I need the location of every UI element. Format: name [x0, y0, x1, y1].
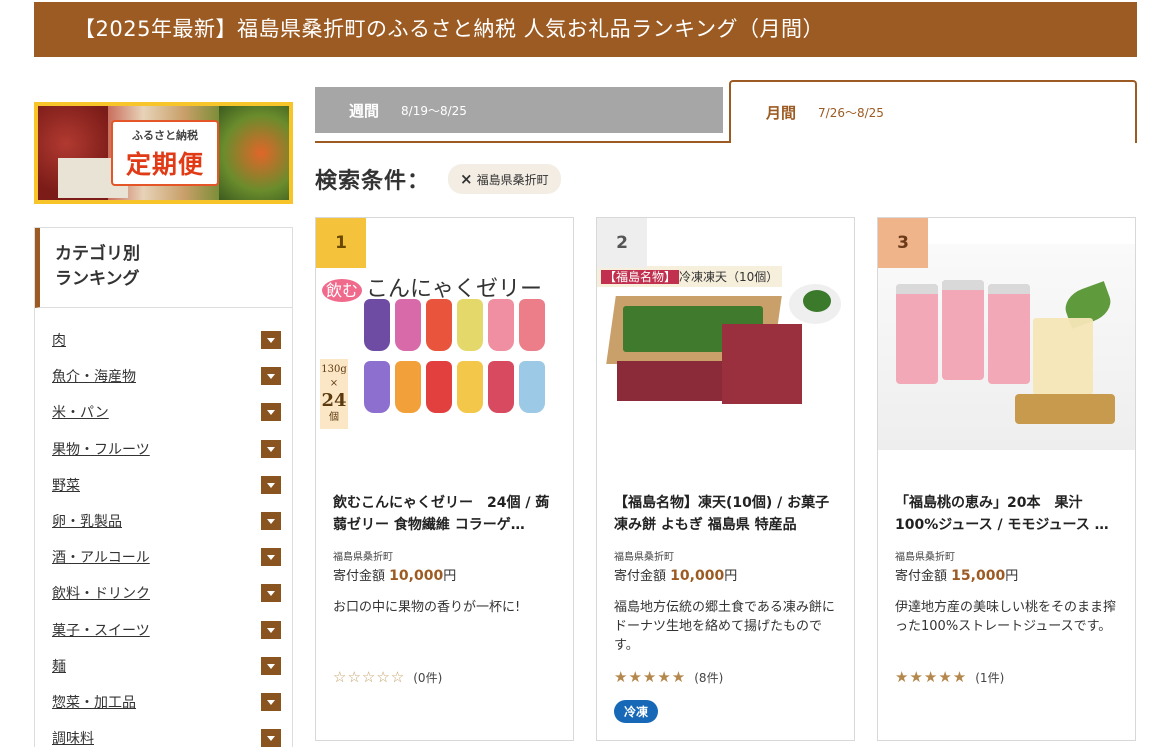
category-link[interactable]: 飲料・ドリンク: [52, 583, 150, 603]
rating: ★★★★★ (8件): [614, 668, 723, 686]
expand-arrow-icon[interactable]: [261, 656, 281, 675]
product-description: お口の中に果物の香りが一杯に!: [333, 600, 521, 615]
star-rating-icon: ★★★★★: [614, 668, 687, 686]
filter-chip-label: 福島県桑折町: [476, 172, 549, 187]
expand-arrow-icon[interactable]: [261, 692, 281, 711]
rank-badge: 2: [597, 218, 647, 268]
frozen-badge: 冷凍: [614, 700, 659, 723]
expand-arrow-icon[interactable]: [261, 729, 281, 748]
expand-arrow-icon[interactable]: [261, 475, 281, 494]
category-item-prepared[interactable]: 惣菜・加工品: [35, 684, 292, 720]
category-title-line1: カテゴリ別: [55, 244, 140, 264]
product-image[interactable]: 【福島名物】 冷凍凍天（10個）: [597, 266, 854, 428]
category-item-drinks[interactable]: 飲料・ドリンク: [35, 575, 292, 611]
donation-amount: 寄付金額 15,000円: [895, 568, 1019, 584]
expand-arrow-icon[interactable]: [261, 331, 281, 350]
category-link[interactable]: 菓子・スイーツ: [52, 620, 150, 640]
category-item-rice[interactable]: 米・パン: [35, 394, 292, 430]
tab-monthly-label: 月間: [766, 104, 797, 122]
star-rating-icon: ★★★★★: [895, 668, 968, 686]
category-item-sweets[interactable]: 菓子・スイーツ: [35, 612, 292, 648]
municipality: 福島県桑折町: [333, 552, 393, 563]
teikibin-banner[interactable]: ふるさと納税 定期便: [34, 102, 293, 204]
expand-arrow-icon[interactable]: [261, 403, 281, 422]
category-title: カテゴリ別 ランキング: [35, 228, 292, 308]
review-count: (0件): [413, 670, 443, 685]
product-description: 福島地方伝統の郷土食である凍み餅にドーナツ生地を絡めて揚げたものです。: [614, 600, 835, 653]
banner-sub: ふるさと納税: [132, 129, 198, 142]
category-item-alcohol[interactable]: 酒・アルコール: [35, 539, 292, 575]
category-title-line2: ランキング: [55, 269, 140, 289]
star-rating-icon: ☆☆☆☆☆: [333, 668, 406, 686]
category-list: 肉 魚介・海産物 米・パン 果物・フルーツ 野菜 卵・乳製品 酒・アルコール 飲…: [35, 308, 292, 756]
expand-arrow-icon[interactable]: [261, 439, 281, 458]
tab-weekly[interactable]: 週間 8/19〜8/25: [315, 87, 723, 133]
quantity-label: 130g × 24 個: [320, 359, 348, 429]
image-caption: 【福島名物】 冷凍凍天（10個）: [597, 266, 783, 287]
banner-image: ふるさと納税 定期便: [38, 106, 289, 200]
ranking-card-1[interactable]: 1 飲む こんにゃくゼリー 130g × 24 個 飲むこんにゃくゼリー 24個 / …: [315, 217, 574, 741]
search-conditions: 検索条件： × 福島県桑折町: [315, 163, 561, 195]
category-link[interactable]: 肉: [52, 330, 66, 350]
category-item-seafood[interactable]: 魚介・海産物: [35, 358, 292, 394]
ranking-card-2[interactable]: 2 【福島名物】 冷凍凍天（10個） 【福島名物】凍天(10個) / お菓子 凍み…: [596, 217, 855, 741]
municipality: 福島県桑折町: [895, 552, 955, 563]
category-link[interactable]: 酒・アルコール: [52, 547, 150, 567]
category-link[interactable]: 惣菜・加工品: [52, 692, 136, 712]
page-header: 【2025年最新】福島県桑折町のふるさと納税 人気お礼品ランキング（月間）: [34, 2, 1137, 57]
category-link[interactable]: 果物・フルーツ: [52, 439, 150, 459]
filter-chip[interactable]: × 福島県桑折町: [448, 164, 561, 194]
product-title[interactable]: 【福島名物】凍天(10個) / お菓子 凍み餅 よもぎ 福島県 特産品: [614, 492, 839, 536]
tab-underline: [315, 141, 729, 143]
tab-weekly-label: 週間: [349, 101, 380, 120]
municipality: 福島県桑折町: [614, 552, 674, 563]
rating: ☆☆☆☆☆ (0件): [333, 668, 442, 686]
tab-monthly-date: 7/26〜8/25: [818, 106, 884, 120]
category-item-vegetables[interactable]: 野菜: [35, 467, 292, 503]
rank-badge: 1: [316, 218, 366, 268]
donation-amount: 寄付金額 10,000円: [614, 568, 738, 584]
category-link[interactable]: 野菜: [52, 475, 80, 495]
ranking-card-3[interactable]: 3 「福島桃の恵み」20本 果汁100%ジュース / モモジュース … 福島県桑…: [877, 217, 1136, 741]
review-count: (1件): [975, 670, 1005, 685]
product-title[interactable]: 飲むこんにゃくゼリー 24個 / 蒟蒻ゼリー 食物繊維 コラーゲ…: [333, 492, 558, 536]
expand-arrow-icon[interactable]: [261, 367, 281, 386]
category-item-noodles[interactable]: 麺: [35, 648, 292, 684]
product-image[interactable]: [878, 244, 1135, 450]
category-sidebar: カテゴリ別 ランキング 肉 魚介・海産物 米・パン 果物・フルーツ 野菜 卵・乳…: [34, 227, 293, 748]
category-item-meat[interactable]: 肉: [35, 322, 292, 358]
banner-label: ふるさと納税 定期便: [111, 120, 219, 186]
review-count: (8件): [694, 670, 724, 685]
tab-weekly-date: 8/19〜8/25: [401, 103, 467, 118]
category-item-fruit[interactable]: 果物・フルーツ: [35, 431, 292, 467]
category-item-seasoning[interactable]: 調味料: [35, 720, 292, 756]
product-description: 伊達地方産の美味しい桃をそのまま搾った100%ストレートジュースです。: [895, 600, 1117, 634]
category-link[interactable]: 卵・乳製品: [52, 511, 122, 531]
category-link[interactable]: 麺: [52, 656, 66, 676]
expand-arrow-icon[interactable]: [261, 620, 281, 639]
tab-monthly[interactable]: 月間 7/26〜8/25: [729, 80, 1137, 143]
product-title[interactable]: 「福島桃の恵み」20本 果汁100%ジュース / モモジュース …: [895, 492, 1120, 536]
rating: ★★★★★ (1件): [895, 668, 1004, 686]
page-title: 【2025年最新】福島県桑折町のふるさと納税 人気お礼品ランキング（月間）: [74, 17, 824, 41]
rank-badge: 3: [878, 218, 928, 268]
expand-arrow-icon[interactable]: [261, 548, 281, 567]
product-image[interactable]: 飲む こんにゃくゼリー 130g × 24 個: [316, 265, 573, 429]
remove-filter-icon[interactable]: ×: [460, 170, 473, 188]
category-link[interactable]: 魚介・海産物: [52, 366, 136, 386]
expand-arrow-icon[interactable]: [261, 584, 281, 603]
vegetable-image: [219, 106, 289, 200]
donation-amount: 寄付金額 10,000円: [333, 568, 457, 584]
category-link[interactable]: 米・パン: [52, 402, 109, 422]
banner-main: 定期便: [125, 150, 204, 179]
search-conditions-label: 検索条件：: [315, 169, 431, 194]
category-item-eggs-dairy[interactable]: 卵・乳製品: [35, 503, 292, 539]
category-link[interactable]: 調味料: [52, 728, 94, 748]
expand-arrow-icon[interactable]: [261, 512, 281, 531]
